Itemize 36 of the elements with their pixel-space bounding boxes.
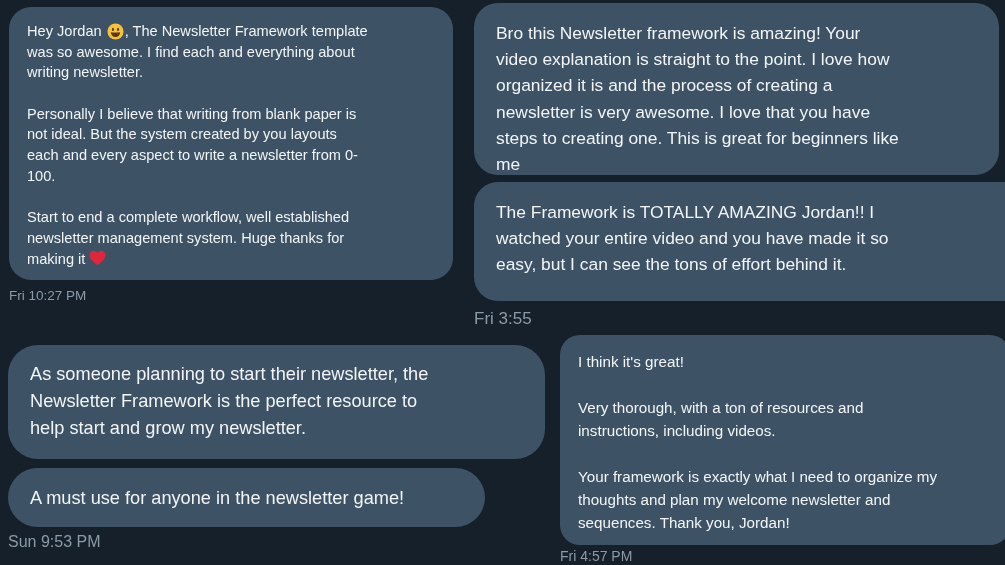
message-text: Start to end a complete workflow, well established <box>27 208 350 228</box>
message-text: steps to creating one. This is great for beginners like <box>496 126 899 150</box>
message-text: Bro this Newsletter framework is amazing! Your <box>496 22 861 45</box>
smiley-icon <box>106 22 124 40</box>
message-text: Personally I believe that writing from blank paper is <box>27 104 357 124</box>
message-text: newsletter is very awesome. I love that you have <box>496 100 871 124</box>
message-text: easy, but I can see the tons of effort behind it. <box>496 253 847 277</box>
message-timestamp: Sun 9:53 PM <box>8 533 101 551</box>
message-text: was so awesome. I find each and everything about <box>27 42 355 62</box>
message-text: A must use for anyone in the newsletter game! <box>30 487 405 510</box>
heart-icon <box>89 250 107 268</box>
message-text: making it <box>27 249 86 269</box>
message-text: I think it's great! <box>578 352 684 372</box>
message-text: Newsletter Framework is the perfect resource to <box>30 390 418 413</box>
message-text: me <box>496 152 521 175</box>
message-timestamp: Fri 10:27 PM <box>9 288 87 304</box>
message-text: Very thorough, with a ton of resources and <box>578 398 864 418</box>
message-text: Hey Jordan <box>27 22 102 41</box>
message-text: The Framework is TOTALLY AMAZING Jordan!! I <box>496 201 875 224</box>
message-text: newsletter management system. Huge thanks for <box>27 228 345 248</box>
message-text: Your framework is exactly what I need to organize my <box>578 467 938 487</box>
message-text: 100. <box>27 166 56 186</box>
message-text: organized it is and the process of creating a <box>496 74 833 98</box>
message-text: instructions, including videos. <box>578 421 776 441</box>
message-text: video explanation is straight to the point. I love how <box>496 48 890 72</box>
message-text: sequences. Thank you, Jordan! <box>578 513 790 533</box>
message-timestamp: Fri 3:55 <box>474 309 532 329</box>
message-text: not ideal. But the system created by you layouts <box>27 125 337 145</box>
message-text: writing newsletter. <box>27 63 143 83</box>
message-text: As someone planning to start their newsletter, the <box>30 363 429 386</box>
message-text: watched your entire video and you have made it so <box>496 227 889 251</box>
message-text: , The Newsletter Framework template <box>124 22 368 41</box>
message-text: help start and grow my newsletter. <box>30 417 306 440</box>
message-text: thoughts and plan my welcome newsletter and <box>578 490 891 510</box>
message-timestamp: Fri 4:57 PM <box>560 548 633 564</box>
message-text: each and every aspect to write a newsletter from 0- <box>27 146 358 166</box>
